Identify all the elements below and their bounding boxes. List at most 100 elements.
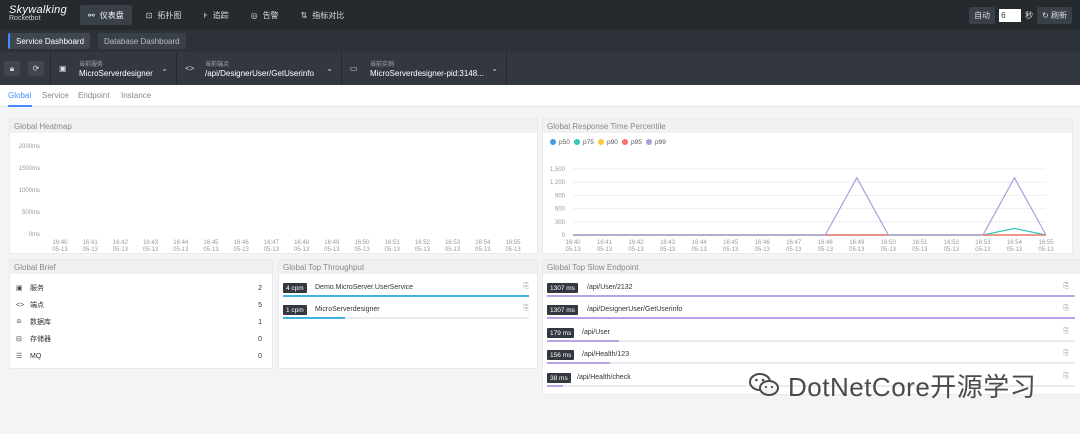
- copy-icon[interactable]: ⎘: [1063, 305, 1069, 313]
- slow-endpoint-item[interactable]: 1307 ms /api/DesignerUser/GetUserinfo ⎘: [547, 305, 1075, 325]
- heatmap-x-tick-date: 05-13: [52, 247, 68, 253]
- heatmap-x-tick-date: 05-13: [83, 247, 99, 253]
- throughput-name: Demo.MicroServer.UserService: [315, 284, 414, 291]
- x-tick-label: 16:41: [597, 240, 613, 246]
- brief-value: 1: [258, 318, 262, 326]
- chevron-down-icon: ⌄: [326, 64, 333, 73]
- x-tick-label: 16:42: [629, 240, 645, 246]
- heatmap-y-tick-label: 1500ms: [19, 166, 40, 172]
- x-tick-label: 16:49: [849, 240, 865, 246]
- latency-bar-fill: [547, 340, 620, 342]
- tab-global[interactable]: Global: [8, 91, 31, 100]
- brief-label: 端点: [30, 302, 44, 309]
- brief-row-database: ≘ 数据库 1: [16, 316, 262, 328]
- heatmap-x-tick-date: 05-13: [324, 247, 340, 253]
- x-tick-label: 16:54: [1007, 240, 1023, 246]
- dashboard-icon: ⚯: [88, 10, 95, 20]
- throughput-item[interactable]: 4 cpm Demo.MicroServer.UserService ⎘: [283, 283, 529, 303]
- heatmap-y-tick-label: 0ms: [29, 232, 40, 238]
- x-tick-date: 05-13: [975, 247, 991, 253]
- nav-item-topology[interactable]: ⊡ 拓扑图: [138, 5, 190, 25]
- nav-item-dashboard[interactable]: ⚯ 仪表盘: [80, 5, 132, 25]
- watermark: DotNetCore开源学习: [748, 362, 1048, 408]
- lock-button[interactable]: 🔒︎: [4, 61, 20, 76]
- nav-item-compare[interactable]: ⇅ 指标对比: [293, 5, 353, 25]
- nav-item-alarm[interactable]: ◎ 告警: [243, 5, 287, 25]
- top-bar: Skywalking Rocketbot ⚯ 仪表盘 ⊡ 拓扑图 ⊧ 追踪 ◎ …: [0, 0, 1080, 30]
- throughput-item[interactable]: 1 cpm MicroServerdesigner ⎘: [283, 305, 529, 325]
- throughput-bar-fill: [283, 317, 345, 319]
- trace-icon: ⊧: [203, 10, 208, 20]
- brief-value: 0: [258, 352, 262, 360]
- copy-icon[interactable]: ⎘: [1063, 350, 1069, 358]
- cache-icon: ⊟: [16, 336, 22, 343]
- heatmap-x-tick-date: 05-13: [445, 247, 461, 253]
- x-tick-date: 05-13: [818, 247, 834, 253]
- slow-endpoint-title: Global Top Slow Endpoint: [543, 260, 1080, 274]
- app-logo[interactable]: Skywalking Rocketbot: [9, 4, 67, 22]
- database-icon: ≘: [16, 319, 22, 326]
- x-tick-date: 05-13: [597, 247, 613, 253]
- x-tick-label: 16:52: [944, 240, 960, 246]
- latency-badge: 1307 ms: [547, 283, 578, 293]
- tab-database-dashboard[interactable]: Database Dashboard: [98, 33, 186, 49]
- percentile-chart[interactable]: p50 p75 p90 p95 p99 0 300 600 900 1,200 1,500 16:…: [543, 133, 1072, 253]
- latency-bar-track: [547, 317, 1075, 319]
- x-tick-label: 16:45: [723, 240, 739, 246]
- percentile-title: Global Response Time Percentile: [543, 119, 1072, 133]
- x-tick-date: 05-13: [565, 247, 581, 253]
- copy-icon[interactable]: ⎘: [1063, 373, 1069, 381]
- reload-icon: ⟳: [32, 64, 40, 73]
- nav-item-trace[interactable]: ⊧ 追踪: [195, 5, 236, 25]
- tab-endpoint[interactable]: Endpoint: [78, 91, 110, 100]
- copy-icon[interactable]: ⎘: [523, 305, 529, 313]
- throughput-bar-track: [283, 295, 529, 297]
- refresh-button[interactable]: ↻ 刷新: [1037, 7, 1072, 24]
- x-tick-label: 16:46: [755, 240, 771, 246]
- instance-selector[interactable]: ▭ 当前实例 MicroServerdesigner-pid:3148... ⌄: [341, 52, 507, 85]
- refresh-interval-input[interactable]: 6: [999, 9, 1022, 22]
- sub-tab-bar: Global Service Endpoint Instance: [0, 85, 1080, 107]
- latency-bar-track: [547, 295, 1075, 297]
- heatmap-y-tick-label: 2000ms: [19, 144, 40, 150]
- tab-instance[interactable]: Instance: [121, 91, 151, 100]
- slow-endpoint-item[interactable]: 179 ms /api/User ⎘: [547, 328, 1075, 348]
- x-tick-date: 05-13: [1038, 247, 1054, 253]
- copy-icon[interactable]: ⎘: [1063, 328, 1069, 336]
- reload-button[interactable]: ⟳: [28, 61, 44, 76]
- tab-service-dashboard[interactable]: Service Dashboard: [8, 33, 91, 49]
- heatmap-x-tick-label: 16:47: [264, 240, 280, 246]
- auto-toggle-button[interactable]: 自动: [969, 7, 996, 24]
- heatmap-x-tick-label: 16:48: [294, 240, 310, 246]
- brief-label: 服务: [30, 285, 44, 292]
- nav-label: 仪表盘: [99, 10, 124, 20]
- slow-endpoint-item[interactable]: 1307 ms /api/User/2132 ⎘: [547, 283, 1075, 303]
- y-tick-label: 300: [555, 220, 566, 226]
- service-selector[interactable]: ▣ 当前服务 MicroServerdesigner ⌄: [50, 52, 176, 85]
- heatmap-x-tick-date: 05-13: [385, 247, 401, 253]
- copy-icon[interactable]: ⎘: [1063, 283, 1069, 291]
- instance-selector-label: 当前实例: [370, 62, 395, 68]
- endpoint-selector[interactable]: <> 当前端点 /api/DesignerUser/GetUserinfo ⌄: [176, 52, 341, 85]
- heatmap-x-tick-label: 16:42: [113, 240, 129, 246]
- heatmap-x-tick-label: 16:46: [234, 240, 250, 246]
- endpoint-name: /api/Health/check: [577, 374, 631, 381]
- tab-service[interactable]: Service: [42, 91, 69, 100]
- x-tick-date: 05-13: [881, 247, 897, 253]
- heatmap-x-tick-date: 05-13: [143, 247, 159, 253]
- nav-label: 追踪: [212, 10, 229, 20]
- brief-row-service: ▣ 服务 2: [16, 282, 262, 294]
- x-tick-date: 05-13: [755, 247, 771, 253]
- throughput-name: MicroServerdesigner: [315, 306, 380, 313]
- x-tick-label: 16:51: [912, 240, 928, 246]
- latency-bar-fill: [547, 362, 611, 364]
- latency-badge: 38 ms: [547, 373, 571, 383]
- heatmap-x-tick-label: 16:41: [83, 240, 99, 246]
- latency-bar-fill: [547, 317, 1075, 319]
- copy-icon[interactable]: ⎘: [523, 283, 529, 291]
- throughput-bar-fill: [283, 295, 529, 297]
- heatmap-y-tick-label: 1000ms: [19, 188, 40, 194]
- heatmap-chart[interactable]: 2000ms1500ms1000ms500ms0ms 16:4005-1316:…: [10, 133, 537, 253]
- percentile-grid: 0 300 600 900 1,200 1,500: [550, 167, 1046, 239]
- service-selector-label: 当前服务: [79, 62, 104, 68]
